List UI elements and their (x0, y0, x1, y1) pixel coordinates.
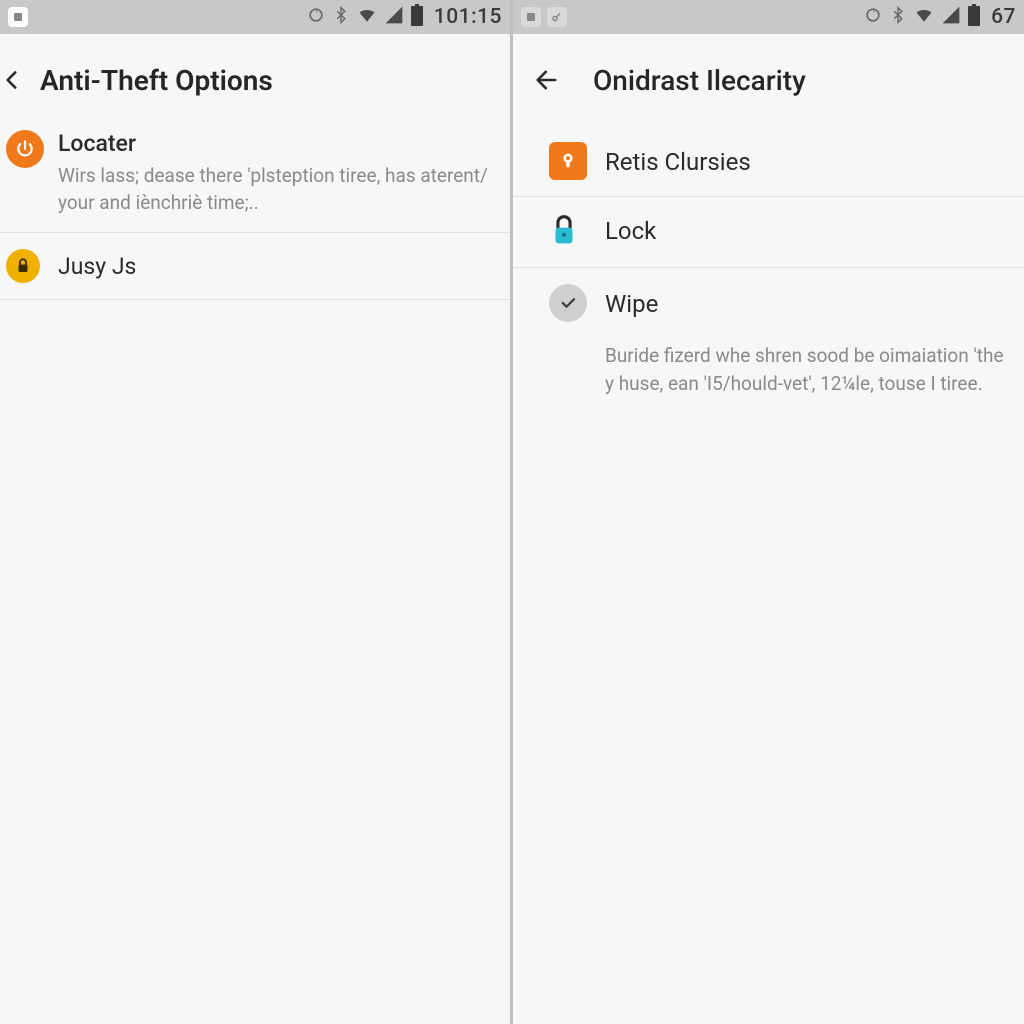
bluetooth-icon (332, 5, 350, 30)
item-title: Locater (58, 128, 492, 159)
battery-icon (410, 4, 424, 31)
item-title: Retis Clursies (605, 146, 1006, 178)
item-title: Jusy Js (58, 251, 492, 282)
back-button[interactable] (525, 58, 569, 102)
signal-icon (941, 5, 961, 30)
item-desc: Wirs lass; dease there 'plsteption tiree… (58, 163, 492, 216)
sync-icon (863, 5, 883, 30)
screen-anti-theft: 101:15 Anti-Theft Options (0, 0, 512, 1024)
bluetooth-icon (889, 5, 907, 30)
notification-icon (8, 7, 28, 27)
power-icon (6, 130, 44, 168)
list-item-retis[interactable]: Retis Clursies (513, 126, 1024, 197)
app-bar: Anti-Theft Options (0, 34, 510, 126)
arrow-left-icon (0, 67, 25, 93)
item-title: Lock (605, 215, 1006, 247)
list-item-lock[interactable]: Lock (513, 197, 1024, 268)
battery-icon (967, 4, 981, 31)
list-item-locater[interactable]: Locater Wirs lass; dease there 'plstepti… (0, 126, 510, 233)
clock-text: 101:15 (434, 5, 502, 29)
sync-icon (306, 5, 326, 30)
app-icon (549, 142, 587, 180)
wifi-icon (913, 5, 935, 30)
clock-text: 67 (991, 5, 1016, 29)
settings-list: Retis Clursies Lock (513, 126, 1024, 411)
status-bar: 101:15 (0, 0, 510, 34)
check-icon (549, 284, 587, 322)
key-icon (547, 7, 567, 27)
page-title: Anti-Theft Options (40, 64, 273, 97)
wifi-icon (356, 5, 378, 30)
screen-onidrast: 67 Onidrast Ilecarity (512, 0, 1024, 1024)
list-item-wipe[interactable]: Wipe (513, 268, 1024, 328)
signal-icon (384, 5, 404, 30)
page-title: Onidrast Ilecarity (593, 64, 806, 97)
notification-icon (521, 7, 541, 27)
wipe-description: Buride fizerd whe shren sood be oimaiati… (513, 328, 1024, 411)
lock-icon (549, 213, 579, 251)
app-bar: Onidrast Ilecarity (513, 34, 1024, 126)
item-title: Wipe (605, 288, 1006, 320)
settings-list: Locater Wirs lass; dease there 'plstepti… (0, 126, 510, 300)
lock-badge-icon (6, 249, 40, 283)
arrow-left-icon (533, 66, 561, 94)
status-bar: 67 (513, 0, 1024, 34)
back-button[interactable] (0, 58, 34, 102)
list-item-jusy[interactable]: Jusy Js (0, 233, 510, 300)
